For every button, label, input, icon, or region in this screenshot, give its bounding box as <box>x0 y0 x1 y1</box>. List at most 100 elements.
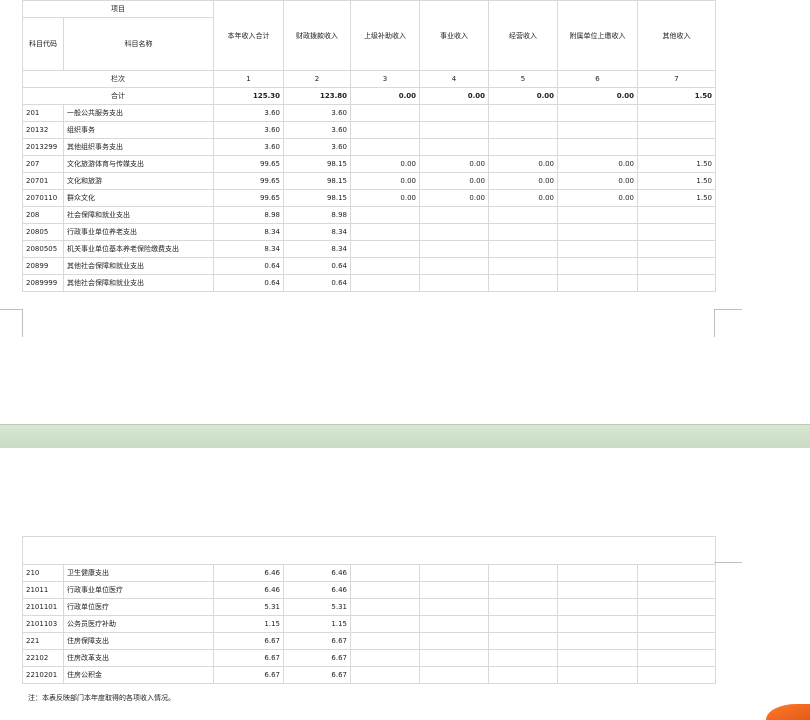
row-name: 公务员医疗补助 <box>63 615 214 633</box>
row-value: 6.67 <box>283 632 351 650</box>
row-value: 1.15 <box>213 615 284 633</box>
row-value <box>419 138 489 156</box>
row-value <box>488 666 558 684</box>
row-name: 一般公共服务支出 <box>63 104 214 122</box>
row-value <box>350 632 420 650</box>
header-code: 科目代码 <box>22 17 64 71</box>
col-number: 7 <box>637 70 716 88</box>
col-number: 2 <box>283 70 351 88</box>
row-value <box>557 581 638 599</box>
col-number: 3 <box>350 70 420 88</box>
row-name: 文化旅游体育与传媒支出 <box>63 155 214 173</box>
total-value: 0.00 <box>419 87 489 105</box>
row-value: 0.00 <box>350 189 420 207</box>
row-value <box>488 632 558 650</box>
row-value <box>637 632 716 650</box>
header-col-5: 经营收入 <box>488 0 558 71</box>
row-value: 6.46 <box>283 581 351 599</box>
row-value: 1.50 <box>637 189 716 207</box>
row-value <box>419 240 489 258</box>
row-code: 22102 <box>22 649 64 667</box>
page-corner-mark <box>0 309 22 338</box>
table-body-2: 210 卫生健康支出 6.46 6.46 21011 行政事业单位医疗 6.46 6.46 21… <box>22 564 716 684</box>
row-value: 0.00 <box>557 189 638 207</box>
row-value: 6.67 <box>213 632 284 650</box>
table-row: 2101101 行政单位医疗 5.31 5.31 <box>22 598 716 616</box>
row-value: 8.34 <box>213 223 284 241</box>
row-value: 0.00 <box>557 172 638 190</box>
total-value: 125.30 <box>213 87 284 105</box>
total-value: 0.00 <box>557 87 638 105</box>
total-value: 123.80 <box>283 87 351 105</box>
row-value: 0.00 <box>557 155 638 173</box>
row-value <box>637 121 716 139</box>
row-code: 2101101 <box>22 598 64 616</box>
row-name: 社会保障和就业支出 <box>63 206 214 224</box>
row-code: 2089999 <box>22 274 64 292</box>
row-value: 5.31 <box>283 598 351 616</box>
row-value: 0.00 <box>488 172 558 190</box>
row-value <box>637 223 716 241</box>
row-value: 5.31 <box>213 598 284 616</box>
row-value <box>637 257 716 275</box>
row-value <box>637 564 716 582</box>
col-number: 4 <box>419 70 489 88</box>
row-value <box>350 223 420 241</box>
row-value <box>488 564 558 582</box>
row-value: 0.64 <box>213 274 284 292</box>
row-value <box>557 598 638 616</box>
row-value: 0.00 <box>419 172 489 190</box>
row-value <box>557 104 638 122</box>
row-value: 8.34 <box>283 240 351 258</box>
row-value: 1.15 <box>283 615 351 633</box>
total-label: 合计 <box>22 87 214 105</box>
row-value: 99.65 <box>213 189 284 207</box>
row-label: 栏次 <box>22 70 214 88</box>
row-name: 住房改革支出 <box>63 649 214 667</box>
page-corner-mark <box>22 309 23 337</box>
row-name: 其他社会保障和就业支出 <box>63 274 214 292</box>
row-value <box>419 223 489 241</box>
row-value: 3.60 <box>283 138 351 156</box>
row-value <box>419 598 489 616</box>
row-value: 1.50 <box>637 155 716 173</box>
table-row: 20805 行政事业单位养老支出 8.34 8.34 <box>22 223 716 241</box>
page-header-area <box>22 536 716 564</box>
row-value <box>557 240 638 258</box>
row-value <box>488 615 558 633</box>
row-value <box>488 206 558 224</box>
row-code: 20805 <box>22 223 64 241</box>
table-row: 221 住房保障支出 6.67 6.67 <box>22 632 716 650</box>
header-col-3: 上级补助收入 <box>350 0 420 71</box>
row-code: 201 <box>22 104 64 122</box>
page-corner-mark <box>714 309 742 310</box>
row-value <box>488 598 558 616</box>
row-value <box>637 138 716 156</box>
row-value <box>350 615 420 633</box>
table-row: 208 社会保障和就业支出 8.98 8.98 <box>22 206 716 224</box>
row-value: 98.15 <box>283 189 351 207</box>
table-row: 21011 行政事业单位医疗 6.46 6.46 <box>22 581 716 599</box>
table-row: 20899 其他社会保障和就业支出 0.64 0.64 <box>22 257 716 275</box>
row-name: 其他社会保障和就业支出 <box>63 257 214 275</box>
row-value: 8.98 <box>283 206 351 224</box>
row-value <box>557 223 638 241</box>
row-name: 群众文化 <box>63 189 214 207</box>
row-value <box>350 240 420 258</box>
row-value <box>350 649 420 667</box>
col-number: 1 <box>213 70 284 88</box>
row-value <box>419 632 489 650</box>
row-value <box>488 240 558 258</box>
row-value <box>557 666 638 684</box>
table-row: 201 一般公共服务支出 3.60 3.60 <box>22 104 716 122</box>
row-value <box>488 274 558 292</box>
row-value <box>350 138 420 156</box>
row-code: 2070110 <box>22 189 64 207</box>
row-value: 6.67 <box>213 649 284 667</box>
row-value <box>419 615 489 633</box>
row-value <box>557 632 638 650</box>
row-value <box>419 649 489 667</box>
row-value <box>419 257 489 275</box>
row-value: 6.67 <box>283 666 351 684</box>
row-value: 99.65 <box>213 155 284 173</box>
